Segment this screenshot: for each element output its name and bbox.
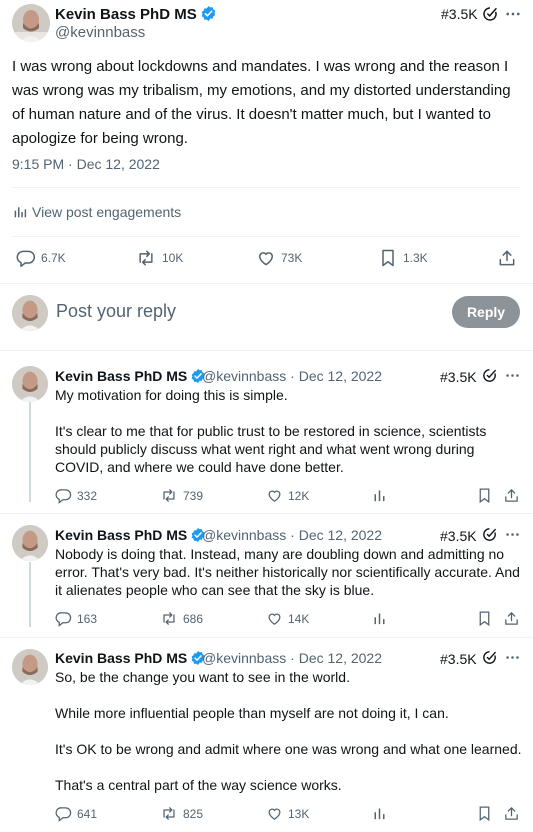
repost-icon bbox=[160, 610, 178, 627]
like-count-button[interactable]: 12K bbox=[266, 487, 309, 504]
reply-icon bbox=[55, 805, 72, 822]
verified-badge-icon bbox=[200, 5, 217, 22]
repost-count-button[interactable]: 10K bbox=[135, 248, 183, 268]
views-button[interactable] bbox=[372, 487, 387, 504]
more-icon[interactable] bbox=[504, 367, 521, 384]
rank-icon[interactable] bbox=[481, 367, 498, 384]
more-icon[interactable] bbox=[504, 5, 522, 23]
share-icon bbox=[503, 805, 520, 822]
divider bbox=[0, 637, 533, 638]
post-text: I was wrong about lockdowns and mandates… bbox=[12, 58, 511, 147]
repost-icon bbox=[160, 805, 178, 822]
views-button[interactable] bbox=[372, 805, 387, 822]
divider bbox=[0, 283, 533, 284]
bookmark-button[interactable] bbox=[476, 487, 493, 504]
repost-count-button[interactable]: 686 bbox=[160, 610, 203, 627]
repost-count-button[interactable]: 825 bbox=[160, 805, 203, 822]
share-button[interactable] bbox=[503, 487, 520, 504]
divider bbox=[0, 350, 533, 351]
rank-icon[interactable] bbox=[481, 5, 499, 23]
rank-icon[interactable] bbox=[481, 526, 498, 543]
bookmark-count-button[interactable]: 1.3K bbox=[378, 248, 428, 268]
divider bbox=[12, 236, 521, 237]
like-icon bbox=[256, 248, 276, 268]
repost-icon bbox=[160, 487, 178, 504]
like-count-button[interactable]: 73K bbox=[256, 248, 302, 268]
like-icon bbox=[266, 610, 283, 627]
post-timestamp[interactable]: 9:15 PM · Dec 12, 2022 bbox=[12, 156, 160, 172]
reply-text: Nobody is doing that. Instead, many are … bbox=[55, 546, 520, 598]
divider bbox=[12, 187, 521, 188]
rank-label: #3.5K bbox=[440, 369, 477, 385]
share-icon bbox=[503, 610, 520, 627]
reply-text: So, be the change you want to see in the… bbox=[55, 669, 522, 793]
author-handle[interactable]: @kevinnbass bbox=[55, 24, 145, 41]
avatar[interactable] bbox=[12, 4, 50, 42]
reply-count-button[interactable]: 6.7K bbox=[16, 248, 66, 268]
engagements-icon bbox=[12, 204, 28, 220]
views-icon bbox=[372, 610, 387, 627]
share-button[interactable] bbox=[497, 248, 517, 268]
author-name[interactable]: Kevin Bass PhD MS bbox=[55, 368, 206, 384]
thread-line bbox=[29, 562, 31, 627]
share-button[interactable] bbox=[503, 805, 520, 822]
author-handle[interactable]: @kevinnbass · Dec 12, 2022 bbox=[202, 650, 382, 666]
views-button[interactable] bbox=[372, 610, 387, 627]
bookmark-icon bbox=[378, 248, 398, 268]
reply-icon bbox=[55, 487, 72, 504]
like-count-button[interactable]: 13K bbox=[266, 805, 309, 822]
views-icon bbox=[372, 487, 387, 504]
rank-label: #3.5K bbox=[440, 528, 477, 544]
like-icon bbox=[266, 487, 283, 504]
author-handle[interactable]: @kevinnbass · Dec 12, 2022 bbox=[202, 527, 382, 543]
bookmark-icon bbox=[476, 610, 493, 627]
repost-icon bbox=[135, 248, 157, 268]
share-icon bbox=[503, 487, 520, 504]
reply-button[interactable]: Reply bbox=[452, 296, 520, 328]
bookmark-icon bbox=[476, 805, 493, 822]
reply-count-button[interactable]: 641 bbox=[55, 805, 97, 822]
more-icon[interactable] bbox=[504, 649, 521, 666]
share-button[interactable] bbox=[503, 610, 520, 627]
author-name[interactable]: Kevin Bass PhD MS bbox=[55, 650, 206, 666]
share-icon bbox=[497, 248, 517, 268]
views-icon bbox=[372, 805, 387, 822]
avatar[interactable] bbox=[12, 525, 48, 561]
divider bbox=[0, 513, 533, 514]
reply-count-button[interactable]: 332 bbox=[55, 487, 97, 504]
like-count-button[interactable]: 14K bbox=[266, 610, 309, 627]
more-icon[interactable] bbox=[504, 526, 521, 543]
repost-count-button[interactable]: 739 bbox=[160, 487, 203, 504]
rank-label: #3.5K bbox=[440, 651, 477, 667]
main-post: Kevin Bass PhD MS @kevinnbass #3.5K I wa… bbox=[0, 0, 533, 283]
reply-input[interactable]: Post your reply bbox=[56, 301, 176, 322]
avatar[interactable] bbox=[12, 649, 48, 685]
thread-line bbox=[29, 402, 31, 502]
author-name[interactable]: Kevin Bass PhD MS bbox=[55, 527, 206, 543]
view-engagements-link[interactable]: View post engagements bbox=[12, 204, 181, 220]
rank-icon[interactable] bbox=[481, 649, 498, 666]
author-handle[interactable]: @kevinnbass · Dec 12, 2022 bbox=[202, 368, 382, 384]
reply-count-button[interactable]: 163 bbox=[55, 610, 97, 627]
bookmark-button[interactable] bbox=[476, 805, 493, 822]
bookmark-icon bbox=[476, 487, 493, 504]
like-icon bbox=[266, 805, 283, 822]
author-name[interactable]: Kevin Bass PhD MS bbox=[55, 5, 217, 23]
bookmark-button[interactable] bbox=[476, 610, 493, 627]
reply-icon bbox=[55, 610, 72, 627]
avatar bbox=[12, 295, 48, 331]
rank-label: #3.5K bbox=[441, 6, 478, 22]
reply-text: My motivation for doing this is simple. … bbox=[55, 387, 487, 475]
reply-icon bbox=[16, 248, 36, 268]
avatar[interactable] bbox=[12, 366, 48, 402]
